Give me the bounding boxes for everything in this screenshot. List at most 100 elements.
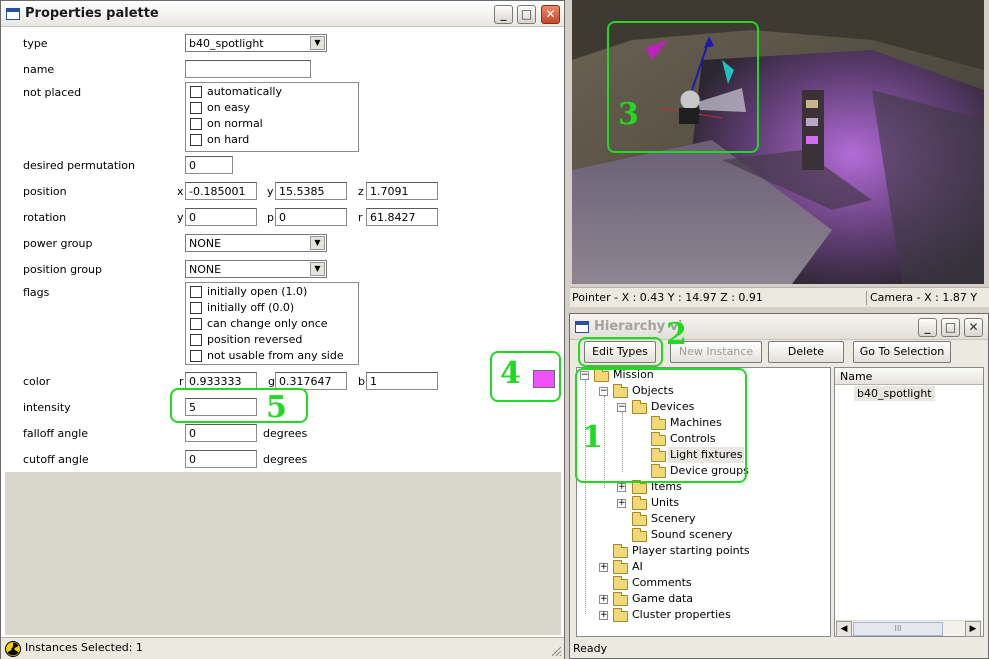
folder-icon bbox=[613, 576, 628, 590]
folder-icon bbox=[632, 512, 647, 526]
minimize-button[interactable]: _ bbox=[494, 5, 513, 24]
position-x-input[interactable]: -0.185001 bbox=[185, 182, 257, 200]
go-to-selection-button[interactable]: Go To Selection bbox=[853, 341, 951, 363]
tree-item-game-data[interactable]: Game data bbox=[632, 591, 693, 607]
scroll-right-icon[interactable]: ▶ bbox=[965, 621, 981, 637]
color-r-label: r bbox=[179, 375, 184, 388]
tree-item-units[interactable]: Units bbox=[651, 495, 679, 511]
tree-item-comments[interactable]: Comments bbox=[632, 575, 692, 591]
falloff-angle-input[interactable]: 0 bbox=[185, 424, 257, 442]
color-label: color bbox=[23, 375, 51, 388]
position-reversed-checkbox[interactable] bbox=[190, 334, 202, 346]
expand-icon[interactable]: + bbox=[599, 595, 608, 604]
properties-statusbar: Instances Selected: 1 bbox=[1, 637, 564, 659]
window-icon bbox=[575, 321, 589, 333]
rotation-y-label: y bbox=[177, 211, 184, 224]
type-label: type bbox=[23, 37, 48, 50]
position-z-input[interactable]: 1.7091 bbox=[366, 182, 438, 200]
tree-item-sound-scenery[interactable]: Sound scenery bbox=[651, 527, 732, 543]
maximize-icon: □ bbox=[520, 7, 533, 21]
delete-button[interactable]: Delete bbox=[768, 341, 844, 363]
close-button[interactable]: ✕ bbox=[541, 5, 560, 24]
viewport-statusbar: Pointer - X : 0.43 Y : 14.97 Z : 0.91 Ca… bbox=[570, 287, 989, 307]
window-icon bbox=[6, 8, 20, 20]
chevron-down-icon[interactable]: ▼ bbox=[310, 262, 325, 276]
resize-grip-icon[interactable] bbox=[551, 646, 562, 657]
scroll-left-icon[interactable]: ◀ bbox=[836, 621, 852, 637]
annotation-number-2: 2 bbox=[666, 317, 687, 352]
properties-window: Properties palette _ □ ✕ type b40_spotli… bbox=[0, 0, 565, 659]
minimize-icon: _ bbox=[924, 320, 931, 334]
scroll-thumb[interactable]: III bbox=[853, 622, 943, 636]
type-value: b40_spotlight bbox=[189, 37, 264, 50]
position-label: position bbox=[23, 185, 67, 198]
camera-readout: Camera - X : 1.87 Y bbox=[870, 291, 978, 304]
expand-icon[interactable]: + bbox=[617, 483, 626, 492]
flags-label: flags bbox=[23, 286, 50, 299]
name-input[interactable] bbox=[185, 60, 311, 78]
close-button[interactable]: ✕ bbox=[964, 318, 983, 337]
annotation-box-3 bbox=[607, 21, 759, 153]
horizontal-scrollbar[interactable]: ◀ III ▶ bbox=[836, 620, 982, 637]
on-normal-label: on normal bbox=[207, 117, 263, 130]
color-b-input[interactable]: 1 bbox=[366, 372, 438, 390]
tree-item-player-starting-points[interactable]: Player starting points bbox=[632, 543, 750, 559]
automatically-label: automatically bbox=[207, 85, 282, 98]
position-y-input[interactable]: 15.5385 bbox=[275, 182, 347, 200]
tree-item-ai[interactable]: AI bbox=[632, 559, 643, 575]
maximize-button[interactable]: □ bbox=[517, 5, 536, 24]
list-item[interactable]: b40_spotlight bbox=[854, 386, 935, 401]
rotation-y-input[interactable]: 0 bbox=[185, 208, 257, 226]
annotation-number-5: 5 bbox=[266, 390, 287, 425]
pointer-readout: Pointer - X : 0.43 Y : 14.97 Z : 0.91 bbox=[572, 291, 763, 304]
close-icon: ✕ bbox=[545, 7, 556, 21]
color-swatch[interactable] bbox=[533, 370, 555, 388]
color-b-label: b bbox=[358, 375, 365, 388]
initially-off-checkbox[interactable] bbox=[190, 302, 202, 314]
radiation-icon bbox=[5, 641, 21, 657]
desired-permutation-input[interactable]: 0 bbox=[185, 156, 233, 174]
position-group-select[interactable]: NONE ▼ bbox=[185, 260, 327, 278]
position-group-value: NONE bbox=[189, 263, 222, 276]
expand-icon[interactable]: + bbox=[599, 563, 608, 572]
on-easy-checkbox[interactable] bbox=[190, 102, 202, 114]
change-once-label: can change only once bbox=[207, 317, 328, 330]
rotation-p-label: p bbox=[267, 211, 274, 224]
maximize-icon: □ bbox=[944, 320, 957, 334]
not-placed-label: not placed bbox=[23, 86, 82, 99]
rotation-r-input[interactable]: 61.8427 bbox=[366, 208, 438, 226]
initially-off-label: initially off (0.0) bbox=[207, 301, 295, 314]
cutoff-angle-input[interactable]: 0 bbox=[185, 450, 257, 468]
on-normal-checkbox[interactable] bbox=[190, 118, 202, 130]
properties-title: Properties palette bbox=[25, 6, 159, 21]
power-group-select[interactable]: NONE ▼ bbox=[185, 234, 327, 252]
automatically-checkbox[interactable] bbox=[190, 86, 202, 98]
hierarchy-statusbar: Ready bbox=[570, 640, 988, 659]
type-select[interactable]: b40_spotlight ▼ bbox=[185, 34, 327, 52]
on-hard-checkbox[interactable] bbox=[190, 134, 202, 146]
tree-item-cluster-properties[interactable]: Cluster properties bbox=[632, 607, 731, 623]
folder-icon bbox=[613, 560, 628, 574]
color-g-label: g bbox=[268, 375, 275, 388]
name-column-header[interactable]: Name bbox=[835, 368, 983, 385]
chevron-down-icon[interactable]: ▼ bbox=[310, 236, 325, 250]
expand-icon[interactable]: + bbox=[599, 611, 608, 620]
annotation-box-5 bbox=[170, 388, 308, 423]
tree-item-scenery[interactable]: Scenery bbox=[651, 511, 696, 527]
initially-open-label: initially open (1.0) bbox=[207, 285, 308, 298]
chevron-down-icon[interactable]: ▼ bbox=[310, 36, 325, 50]
desired-permutation-label: desired permutation bbox=[23, 159, 135, 172]
initially-open-checkbox[interactable] bbox=[190, 286, 202, 298]
minimize-button[interactable]: _ bbox=[918, 318, 937, 337]
power-group-value: NONE bbox=[189, 237, 222, 250]
cutoff-angle-label: cutoff angle bbox=[23, 453, 89, 466]
name-label: name bbox=[23, 63, 55, 76]
rotation-p-input[interactable]: 0 bbox=[275, 208, 347, 226]
on-easy-label: on easy bbox=[207, 101, 250, 114]
annotation-number-1: 1 bbox=[582, 420, 603, 455]
not-usable-checkbox[interactable] bbox=[190, 350, 202, 362]
change-once-checkbox[interactable] bbox=[190, 318, 202, 330]
expand-icon[interactable]: + bbox=[617, 499, 626, 508]
properties-titlebar[interactable]: Properties palette _ □ ✕ bbox=[1, 1, 564, 27]
maximize-button[interactable]: □ bbox=[941, 318, 960, 337]
